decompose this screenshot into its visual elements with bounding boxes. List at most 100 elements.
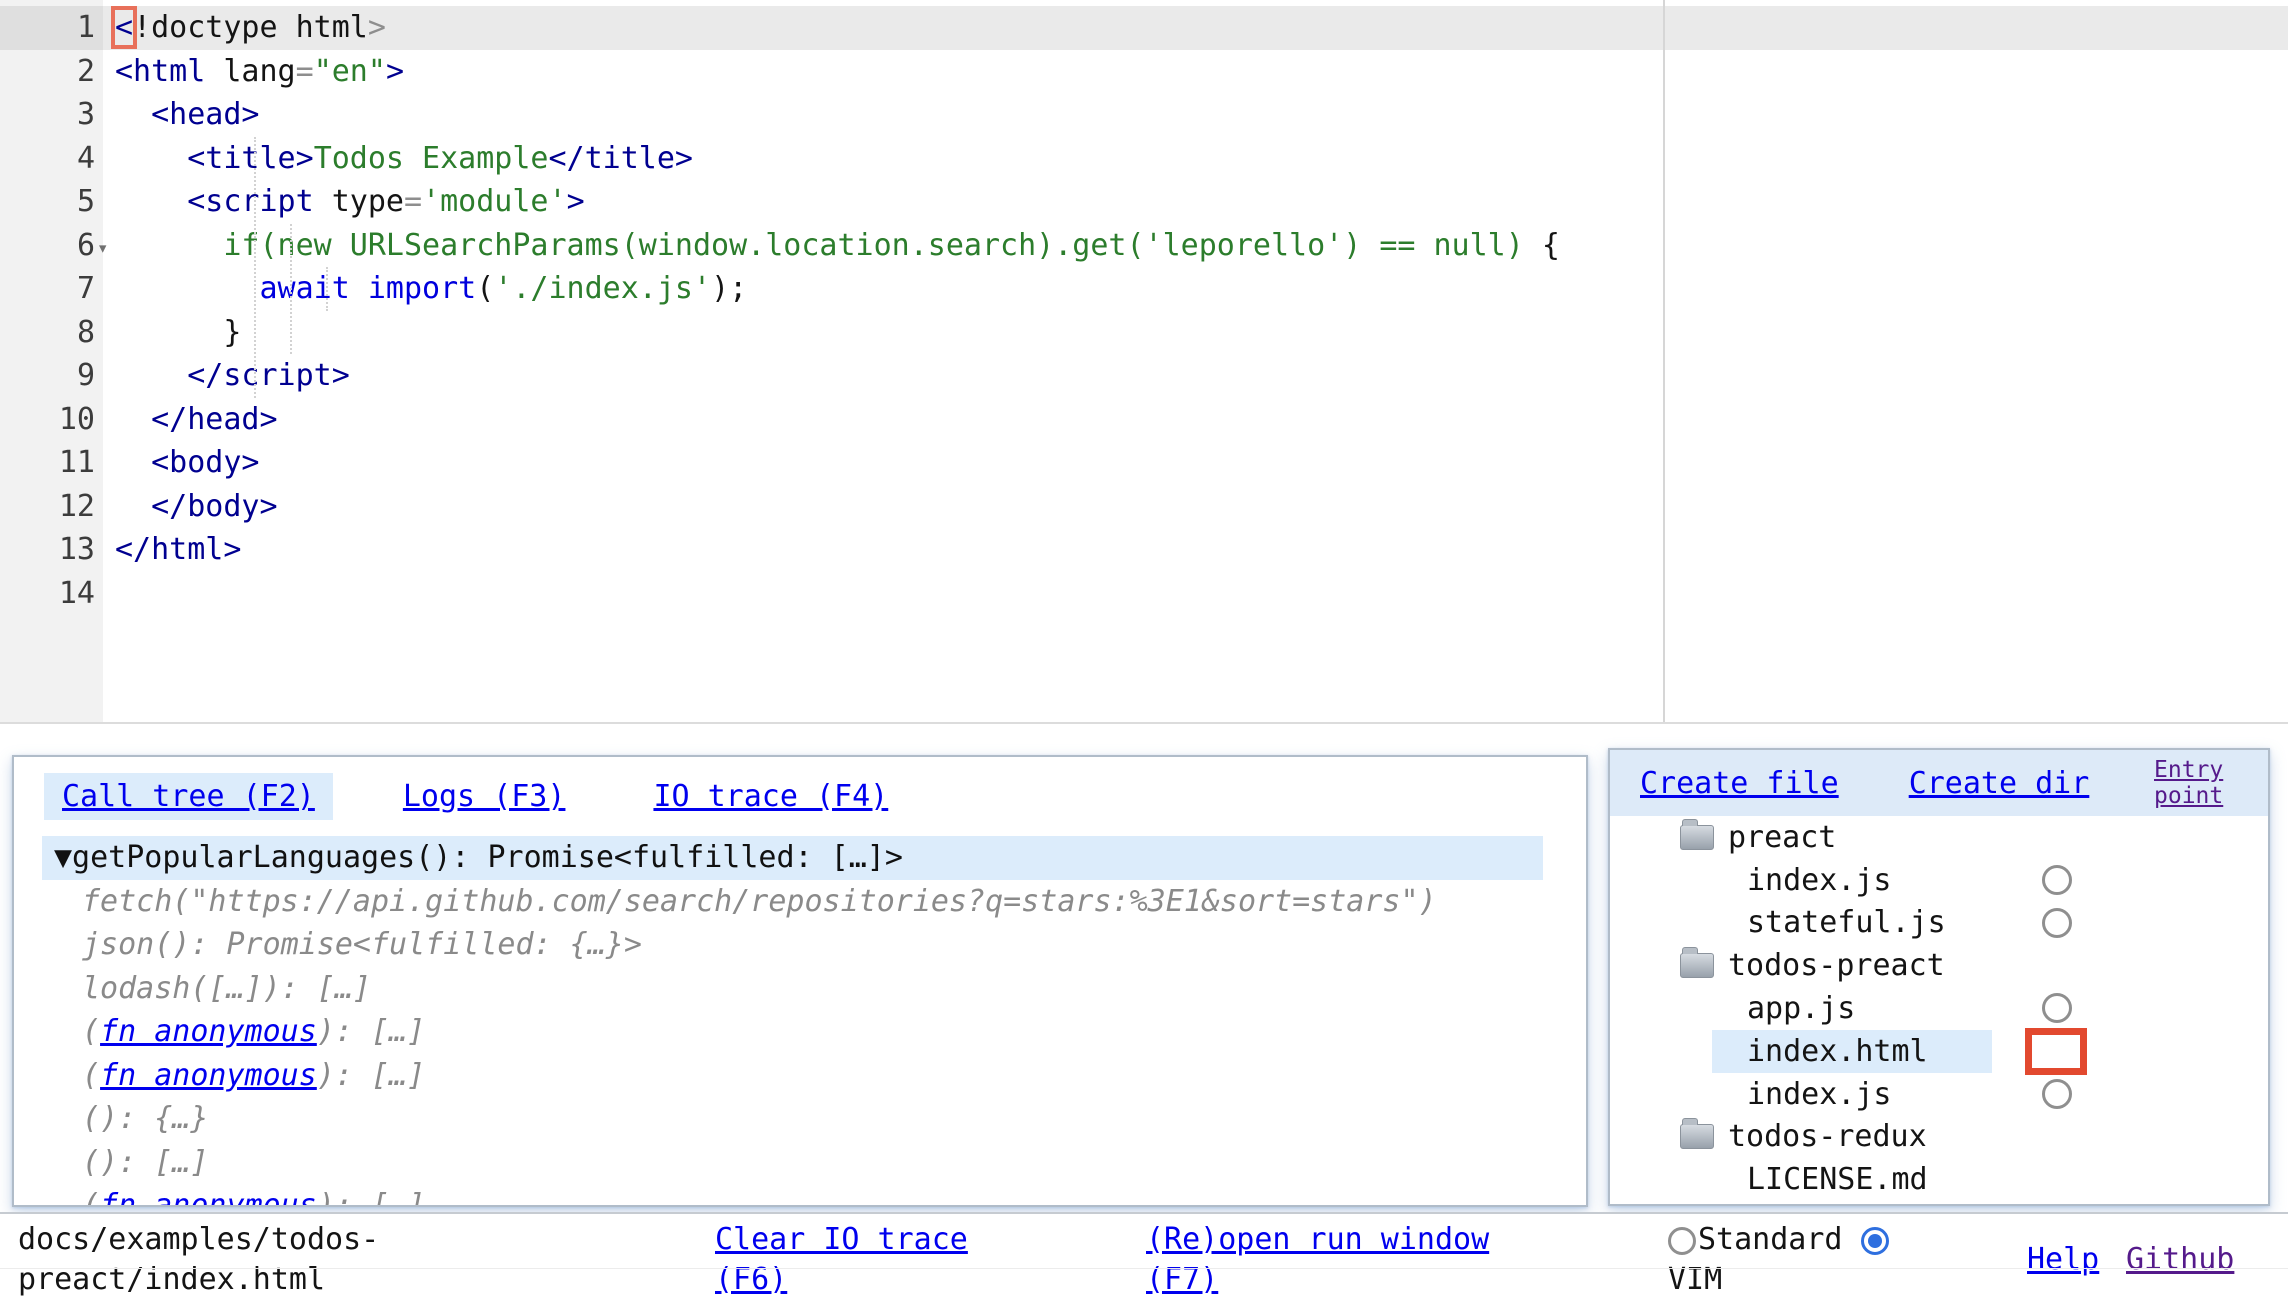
code-token: <title> xyxy=(187,141,313,176)
code-line: await import('./index.js'); xyxy=(103,267,2288,311)
reopen-run-window-link[interactable]: (Re)open run window (F7) xyxy=(1146,1222,1489,1297)
code-token: lang xyxy=(205,54,295,89)
function-link[interactable]: fn anonymous xyxy=(100,1058,317,1093)
call-signature: ): […] xyxy=(317,1014,425,1049)
create-dir-link[interactable]: Create dir xyxy=(1909,766,2090,801)
code-line xyxy=(103,572,2288,616)
call-signature: ( xyxy=(82,1058,100,1093)
call-tree-root-row[interactable]: ▼getPopularLanguages(): Promise<fulfille… xyxy=(42,836,1543,880)
line-number: 5 xyxy=(0,180,103,224)
file-name: index.js xyxy=(1747,863,1892,898)
call-tree-row[interactable]: json(): Promise<fulfilled: {…}> xyxy=(42,923,1586,967)
call-tree-row[interactable]: (): […] xyxy=(42,1141,1586,1185)
file-name-wrap: index.js xyxy=(1610,1077,1892,1112)
file-panel-header: Create file Create dir Entry point xyxy=(1610,750,2268,816)
call-tree-row[interactable]: (fn anonymous): […] xyxy=(42,1010,1586,1054)
entry-point-radio[interactable] xyxy=(2042,865,2072,895)
tree-file-row[interactable]: index.js xyxy=(1610,1073,2268,1116)
code-line: if(new URLSearchParams(window.location.s… xyxy=(103,224,2288,268)
indent-guide xyxy=(290,224,292,355)
entry-point-radio[interactable] xyxy=(2042,1079,2072,1109)
help-link[interactable]: Help xyxy=(2027,1242,2099,1277)
tree-file-row[interactable]: index.js xyxy=(1610,859,2268,902)
code-token: = xyxy=(296,54,314,89)
function-link[interactable]: fn anonymous xyxy=(100,1014,317,1049)
folder-name: todos-redux xyxy=(1728,1119,1927,1154)
indent-guide xyxy=(254,137,256,398)
line-number: 7 xyxy=(0,267,103,311)
call-signature: lodash([…]): […] xyxy=(82,971,371,1006)
tree-file-row[interactable]: index.html xyxy=(1610,1030,2268,1073)
call-signature: (): {…} xyxy=(82,1101,208,1136)
line-number: 14 xyxy=(0,572,103,616)
code-token: { xyxy=(1542,228,1560,263)
code-line: </head> xyxy=(103,398,2288,442)
code-token xyxy=(115,271,260,306)
file-name-wrap: index.js xyxy=(1610,863,1892,898)
clear-io-trace-link[interactable]: Clear IO trace (F6) xyxy=(715,1222,968,1297)
indent-guide xyxy=(326,267,328,311)
matching-bracket-highlight: < xyxy=(115,10,133,45)
call-signature: json(): Promise<fulfilled: {…}> xyxy=(82,927,642,962)
tree-file-row[interactable]: LICENSE.md xyxy=(1610,1158,2268,1201)
code-token: ( xyxy=(476,271,494,306)
code-line: } xyxy=(103,311,2288,355)
code-area[interactable]: <!doctype html><html lang="en"> <head> <… xyxy=(103,0,2288,722)
code-token xyxy=(115,184,187,219)
line-number: 3 xyxy=(0,93,103,137)
file-name-wrap: preact xyxy=(1610,820,1836,855)
tree-file-row[interactable]: stateful.js xyxy=(1610,902,2268,945)
file-name: LICENSE.md xyxy=(1747,1162,1928,1197)
code-line: <head> xyxy=(103,93,2288,137)
code-token xyxy=(115,402,151,437)
function-link[interactable]: fn anonymous xyxy=(100,1188,317,1207)
code-token: <script xyxy=(187,184,313,219)
gutter: 123456▾7891011121314 xyxy=(0,0,103,722)
code-line: <body> xyxy=(103,441,2288,485)
tree-file-row[interactable]: app.js xyxy=(1610,987,2268,1030)
tab-io-trace-f4-[interactable]: IO trace (F4) xyxy=(635,773,906,820)
file-name: app.js xyxy=(1747,991,1855,1026)
call-tree-row[interactable]: (fn anonymous): […] xyxy=(42,1054,1586,1098)
vim-mode-label: VIM xyxy=(1668,1262,1722,1297)
code-token xyxy=(115,141,187,176)
tree-folder-row[interactable]: todos-preact xyxy=(1610,944,2268,987)
code-token: ; xyxy=(729,271,747,306)
entry-point-link[interactable]: Entry point xyxy=(2154,757,2254,809)
line-number: 10 xyxy=(0,398,103,442)
code-editor[interactable]: 123456▾7891011121314 <!doctype html><htm… xyxy=(0,0,2288,724)
standard-mode-radio[interactable] xyxy=(1668,1227,1696,1255)
code-token: <head> xyxy=(151,97,259,132)
code-token: "en" xyxy=(314,54,386,89)
call-tree-row[interactable]: (): {…} xyxy=(42,1097,1586,1141)
github-link[interactable]: Github xyxy=(2126,1242,2234,1277)
code-token: </body> xyxy=(151,489,277,524)
create-file-link[interactable]: Create file xyxy=(1640,766,1839,801)
tab-logs-f3-[interactable]: Logs (F3) xyxy=(385,773,584,820)
code-token xyxy=(350,271,368,306)
tab-call-tree-f2-[interactable]: Call tree (F2) xyxy=(44,773,333,820)
code-line: </body> xyxy=(103,485,2288,529)
code-token: </html> xyxy=(115,532,241,567)
entry-point-radio[interactable] xyxy=(2042,908,2072,938)
code-token: !doctype html xyxy=(133,10,368,45)
call-tree-tabs: Call tree (F2) Logs (F3) IO trace (F4) xyxy=(14,757,1586,820)
call-tree-row[interactable]: fetch("https://api.github.com/search/rep… xyxy=(42,880,1586,924)
tree-folder-row[interactable]: todos-redux xyxy=(1610,1116,2268,1159)
code-token: </script> xyxy=(187,358,350,393)
code-token: './index.js' xyxy=(494,271,711,306)
entry-point-radio[interactable] xyxy=(2042,993,2072,1023)
file-name: index.html xyxy=(1747,1034,1928,1069)
call-signature: (): […] xyxy=(82,1145,208,1180)
code-token: 'module' xyxy=(422,184,567,219)
standard-mode-label: Standard xyxy=(1698,1222,1843,1257)
file-name: stateful.js xyxy=(1747,905,1946,940)
tab-label: Logs (F3) xyxy=(403,779,566,814)
call-tree-row[interactable]: lodash([…]): […] xyxy=(42,967,1586,1011)
line-number: 8 xyxy=(0,311,103,355)
vim-mode-radio[interactable] xyxy=(1861,1227,1889,1255)
file-name-wrap: LICENSE.md xyxy=(1610,1162,1928,1197)
call-tree: ▼getPopularLanguages(): Promise<fulfille… xyxy=(42,836,1586,1207)
tree-folder-row[interactable]: preact xyxy=(1610,816,2268,859)
call-tree-row[interactable]: (fn anonymous): […] xyxy=(42,1184,1586,1207)
